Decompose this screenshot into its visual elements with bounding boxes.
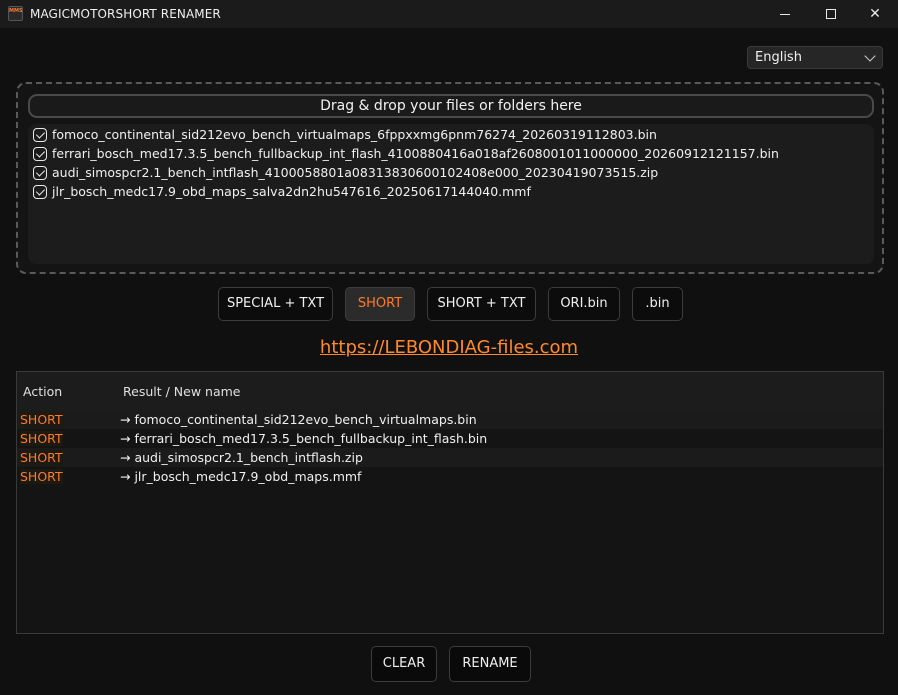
minimize-button[interactable] (762, 0, 808, 28)
file-name: ferrari_bosch_med17.3.5_bench_fullbackup… (52, 146, 779, 161)
table-row[interactable]: SHORT → ferrari_bosch_med17.3.5_bench_fu… (17, 429, 883, 448)
close-button[interactable]: ✕ (852, 0, 898, 28)
row-result: → ferrari_bosch_med17.3.5_bench_fullback… (120, 431, 488, 446)
checkbox-checked-icon[interactable] (33, 146, 47, 161)
row-result: → audi_simospcr2.1_bench_intflash.zip (120, 450, 363, 465)
table-row[interactable]: SHORT → fomoco_continental_sid212evo_ben… (17, 410, 883, 429)
column-header-result[interactable]: Result / New name (123, 384, 240, 399)
minimize-icon (780, 13, 790, 15)
table-row[interactable]: SHORT → jlr_bosch_medc17.9_obd_maps.mmf (17, 467, 883, 486)
results-table-header: Action Result / New name (17, 372, 883, 410)
row-action: SHORT (20, 431, 63, 446)
app-window: MMS MAGICMOTORSHORT RENAMER ✕ English Dr… (0, 0, 898, 695)
mode-ori-bin-button[interactable]: ORI.bin (548, 287, 620, 321)
checkbox-checked-icon[interactable] (33, 184, 47, 199)
table-row[interactable]: SHORT → audi_simospcr2.1_bench_intflash.… (17, 448, 883, 467)
maximize-button[interactable] (808, 0, 854, 28)
language-select-value: English (755, 50, 802, 65)
row-result: → jlr_bosch_medc17.9_obd_maps.mmf (120, 469, 362, 484)
file-list-item[interactable]: fomoco_continental_sid212evo_bench_virtu… (33, 125, 657, 144)
chevron-down-icon (864, 50, 876, 62)
maximize-icon (826, 9, 836, 19)
row-action: SHORT (20, 412, 63, 427)
file-list: fomoco_continental_sid212evo_bench_virtu… (28, 124, 874, 264)
file-drop-zone[interactable]: Drag & drop your files or folders here f… (16, 82, 884, 274)
rename-button[interactable]: RENAME (449, 646, 531, 682)
row-action: SHORT (20, 450, 63, 465)
mode-short-button[interactable]: SHORT (345, 287, 415, 321)
drop-zone-header[interactable]: Drag & drop your files or folders here (28, 94, 874, 118)
file-list-item[interactable]: jlr_bosch_medc17.9_obd_maps_salva2dn2hu5… (33, 182, 531, 201)
checkbox-checked-icon[interactable] (33, 165, 47, 180)
mode-special-txt-button[interactable]: SPECIAL + TXT (218, 287, 333, 321)
row-action: SHORT (20, 469, 63, 484)
close-icon: ✕ (869, 6, 881, 22)
file-name: jlr_bosch_medc17.9_obd_maps_salva2dn2hu5… (52, 184, 531, 199)
checkbox-checked-icon[interactable] (33, 127, 47, 142)
window-title: MAGICMOTORSHORT RENAMER (30, 7, 221, 21)
app-logo-text: MMS (9, 8, 23, 14)
clear-button[interactable]: CLEAR (371, 646, 437, 682)
mode-short-txt-button[interactable]: SHORT + TXT (427, 287, 536, 321)
title-bar: MMS MAGICMOTORSHORT RENAMER ✕ (0, 0, 898, 28)
file-list-item[interactable]: audi_simospcr2.1_bench_intflash_41000588… (33, 163, 658, 182)
language-select[interactable]: English (747, 46, 883, 69)
file-list-item[interactable]: ferrari_bosch_med17.3.5_bench_fullbackup… (33, 144, 779, 163)
file-name: audi_simospcr2.1_bench_intflash_41000588… (52, 165, 659, 180)
row-result: → fomoco_continental_sid212evo_bench_vir… (120, 412, 477, 427)
app-logo-icon: MMS (8, 6, 23, 21)
file-name: fomoco_continental_sid212evo_bench_virtu… (52, 127, 657, 142)
website-link[interactable]: https://LEBONDIAG-files.com (0, 337, 898, 358)
results-table: Action Result / New name SHORT → fomoco_… (16, 371, 884, 634)
mode-bin-button[interactable]: .bin (632, 287, 683, 321)
column-header-action[interactable]: Action (23, 384, 62, 399)
